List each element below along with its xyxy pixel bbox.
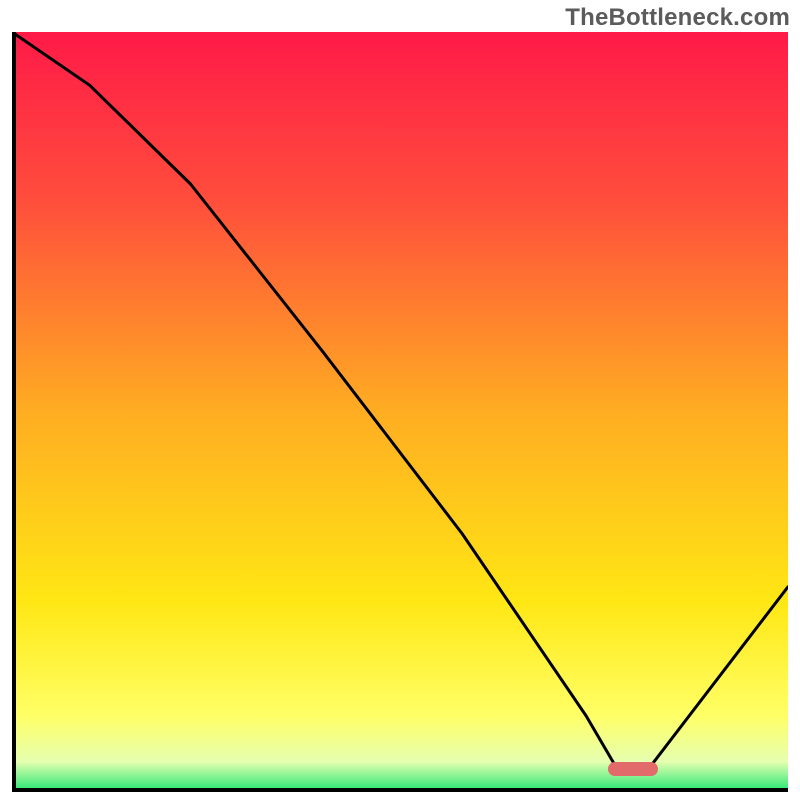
plot-area — [12, 32, 788, 792]
optimal-marker — [608, 762, 658, 776]
x-axis — [12, 788, 788, 792]
watermark-label: TheBottleneck.com — [565, 4, 790, 32]
chart-container: TheBottleneck.com — [0, 0, 800, 800]
y-axis — [12, 32, 16, 792]
bottleneck-curve — [12, 32, 788, 792]
